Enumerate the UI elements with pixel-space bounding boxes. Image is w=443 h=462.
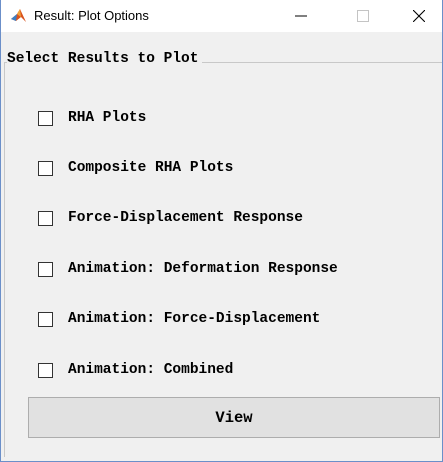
view-button[interactable]: View — [28, 397, 440, 438]
option-animation-deformation-response[interactable]: Animation: Deformation Response — [38, 259, 338, 279]
checkbox[interactable] — [38, 210, 53, 226]
option-label: Force-Displacement Response — [68, 210, 303, 226]
option-label: Composite RHA Plots — [68, 160, 234, 176]
option-rha-plots[interactable]: RHA Plots — [38, 108, 146, 128]
checkbox[interactable] — [38, 362, 53, 378]
checkbox[interactable] — [38, 311, 53, 327]
option-label: RHA Plots — [68, 110, 147, 126]
window-client-area: Select Results to Plot RHA Plots Composi… — [1, 32, 442, 461]
option-animation-force-displacement[interactable]: Animation: Force-Displacement — [38, 309, 320, 329]
checkbox[interactable] — [38, 110, 53, 126]
option-label: Animation: Combined — [68, 362, 234, 378]
group-title: Select Results to Plot — [7, 51, 203, 67]
option-force-displacement-response[interactable]: Force-Displacement Response — [38, 208, 303, 228]
title-bar[interactable]: Result: Plot Options — [1, 0, 442, 32]
maximize-icon — [357, 10, 369, 22]
option-animation-combined[interactable]: Animation: Combined — [38, 360, 233, 380]
checkbox[interactable] — [38, 160, 53, 176]
minimize-button[interactable] — [278, 0, 324, 32]
plot-options-window: Result: Plot Options Select Results to P… — [0, 0, 443, 462]
close-button[interactable] — [396, 0, 442, 32]
maximize-button[interactable] — [340, 0, 386, 32]
close-icon — [413, 10, 425, 22]
option-label: Animation: Force-Displacement — [68, 311, 321, 327]
matlab-icon — [11, 9, 26, 22]
window-title: Result: Plot Options — [34, 8, 149, 23]
checkbox[interactable] — [38, 261, 53, 277]
minimize-icon — [295, 15, 307, 17]
option-label: Animation: Deformation Response — [68, 261, 338, 277]
option-composite-rha-plots[interactable]: Composite RHA Plots — [38, 158, 233, 178]
